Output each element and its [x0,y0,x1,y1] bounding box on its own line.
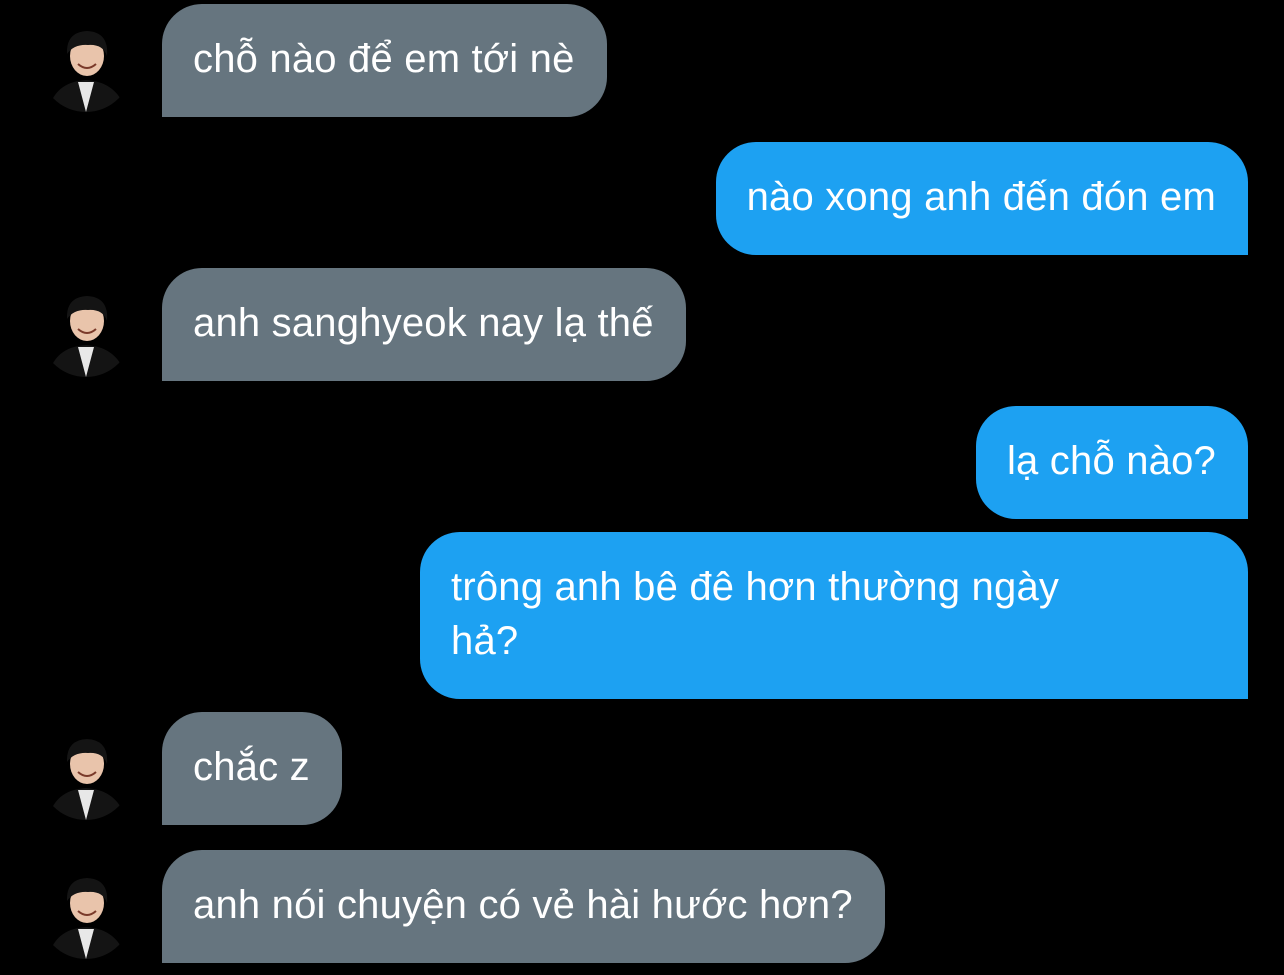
person-avatar-icon [40,728,132,820]
incoming-message-bubble[interactable]: chắc z [162,712,342,825]
contact-avatar[interactable] [40,285,132,377]
incoming-message-bubble[interactable]: anh nói chuyện có vẻ hài hước hơn? [162,850,885,963]
person-avatar-icon [40,20,132,112]
outgoing-message-bubble[interactable]: nào xong anh đến đón em [715,142,1248,255]
incoming-message-bubble[interactable]: anh sanghyeok nay lạ thế [162,268,686,381]
outgoing-message-bubble[interactable]: trông anh bê đê hơn thường ngày hả? [420,532,1248,699]
person-avatar-icon [40,867,132,959]
contact-avatar[interactable] [40,867,132,959]
contact-avatar[interactable] [40,20,132,112]
contact-avatar[interactable] [40,728,132,820]
person-avatar-icon [40,285,132,377]
incoming-message-bubble[interactable]: chỗ nào để em tới nè [162,4,607,117]
outgoing-message-bubble[interactable]: lạ chỗ nào? [975,406,1248,519]
